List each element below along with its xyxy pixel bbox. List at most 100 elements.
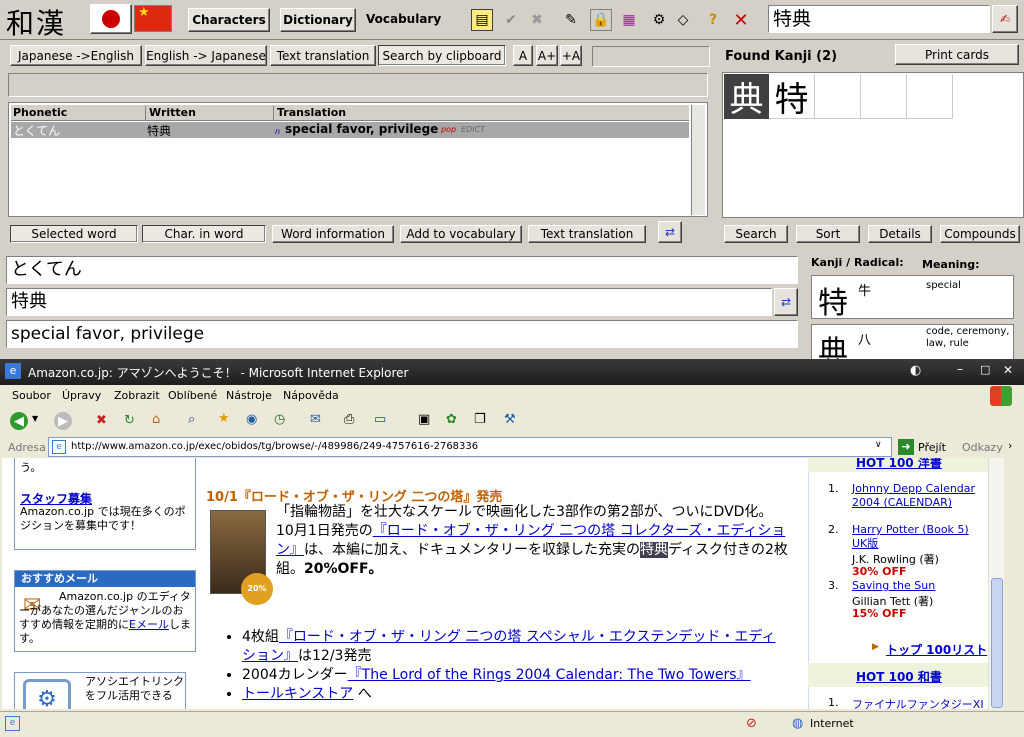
links-label[interactable]: Odkazy [962, 441, 1003, 454]
close-icon[interactable]: ✕ [730, 9, 752, 31]
forward-icon[interactable]: ▶ [54, 412, 72, 430]
reading-field[interactable]: とくてん [6, 256, 798, 284]
menu-soubor[interactable]: Soubor [12, 389, 51, 402]
check-icon[interactable]: ✔ [500, 9, 522, 31]
tool-icon[interactable]: ⚒ [504, 412, 516, 427]
discuss-icon[interactable]: ▣ [418, 412, 430, 427]
cross-gray-icon[interactable]: ✖ [526, 9, 548, 31]
go-button[interactable]: ➜ Přejít [898, 438, 946, 456]
japan-flag-button[interactable] [90, 4, 132, 34]
transfer-button[interactable]: ⇄ [658, 221, 682, 243]
hot100-link-1[interactable]: HOT 100 洋書 [856, 458, 942, 471]
back-dropdown-icon[interactable]: ▼ [32, 414, 38, 423]
history-icon[interactable]: ◷ [274, 412, 285, 427]
hot100-header-1: HOT 100 洋書 [808, 458, 988, 472]
menu-oblibene[interactable]: Oblíbené [168, 389, 217, 402]
maximize-icon[interactable]: □ [980, 363, 990, 376]
ie-title-bar[interactable]: e Amazon.co.jp: アマゾンへようこそ！ - Microsoft I… [0, 359, 1024, 385]
edit-page-icon[interactable]: ▭ [374, 412, 386, 427]
mail-icon[interactable]: ✉ [310, 412, 321, 427]
font-size-field[interactable] [592, 46, 710, 67]
settings-icon[interactable]: ⚙ [648, 9, 670, 31]
menu-napoveda[interactable]: Nápověda [283, 389, 339, 402]
tab-characters[interactable]: Characters [188, 8, 270, 32]
font-a-plus-button[interactable]: A+ [536, 45, 558, 66]
highlighted-word[interactable]: 特典 [640, 542, 668, 558]
hot100-link-2[interactable]: HOT 100 和書 [856, 668, 942, 685]
edit-icon[interactable]: ✎ [560, 9, 582, 31]
results-scrollbar[interactable] [691, 105, 705, 215]
window-close-icon[interactable]: ✕ [1003, 363, 1013, 377]
english-japanese-button[interactable]: English -> Japanese [145, 45, 267, 66]
col-phonetic[interactable]: Phonetic [13, 106, 67, 119]
radical-meaning: special [926, 280, 961, 291]
col-written[interactable]: Written [145, 106, 196, 121]
char-in-word-button[interactable]: Char. in word [142, 225, 266, 243]
favorites-icon[interactable]: ★ [218, 411, 230, 426]
top100-link[interactable]: トップ 100リスト [886, 641, 987, 658]
book-icon[interactable]: ◇ [672, 9, 694, 31]
color-grid-icon[interactable]: ▦ [618, 9, 640, 31]
meaning-field[interactable]: special favor, privilege [6, 320, 798, 348]
text-translation-bottom-button[interactable]: Text translation [528, 225, 646, 243]
media-icon[interactable]: ◉ [246, 412, 257, 427]
copy-icon[interactable]: ❐ [474, 412, 486, 427]
book-link[interactable]: ファイナルファンタジーXI [852, 696, 984, 709]
page-scrollbar[interactable] [988, 458, 1004, 709]
radical-entry[interactable]: 特 牛 special [811, 275, 1014, 321]
japanese-english-button[interactable]: Japanese ->English [10, 45, 142, 66]
add-to-vocabulary-button[interactable]: Add to vocabulary [400, 225, 522, 243]
kanji-cell[interactable]: 特 [769, 74, 815, 120]
written-transfer-button[interactable]: ⇄ [774, 288, 798, 316]
links-chevron-icon[interactable]: › [1008, 439, 1012, 452]
search-by-clipboard-button[interactable]: Search by clipboard [378, 45, 506, 66]
refresh-icon[interactable]: ↻ [124, 413, 135, 428]
back-icon[interactable]: ◀ [10, 412, 28, 430]
china-flag-button[interactable]: ★ [134, 5, 172, 32]
book-link[interactable]: Johnny Depp Calendar 2004 (CALENDAR) [852, 482, 982, 510]
address-input[interactable]: e http://www.amazon.co.jp/exec/obidos/tg… [48, 437, 892, 457]
body-text-2: 10月1日発売の [276, 523, 373, 539]
tab-dictionary[interactable]: Dictionary [280, 8, 356, 32]
print-icon[interactable]: ⎙ [344, 412, 354, 427]
font-a-button[interactable]: A [513, 45, 533, 66]
help-icon[interactable]: ? [702, 9, 724, 31]
print-cards-button[interactable]: Print cards [895, 44, 1019, 65]
tolkien-store-link[interactable]: トールキンストア [242, 686, 353, 702]
scrollbar-thumb[interactable] [991, 578, 1003, 708]
lock-icon[interactable]: 🔒 [590, 9, 612, 31]
word-information-button[interactable]: Word information [272, 225, 394, 243]
home-icon[interactable]: ⌂ [152, 412, 160, 427]
minimize-icon[interactable]: – [957, 362, 963, 376]
search-icon[interactable]: ⌕ [188, 412, 195, 427]
book-link[interactable]: Harry Potter (Book 5) UK版 [852, 523, 982, 551]
col-translation[interactable]: Translation [273, 106, 346, 121]
tab-vocabulary[interactable]: Vocabulary [366, 12, 441, 26]
menu-nastroje[interactable]: Nástroje [226, 389, 272, 402]
clipboard-icon[interactable]: ▤ [471, 9, 493, 31]
menu-upravy[interactable]: Úpravy [62, 389, 101, 402]
sort-button[interactable]: Sort [796, 225, 860, 243]
brush-button[interactable]: ✍ [992, 5, 1018, 33]
text-translation-button[interactable]: Text translation [270, 45, 376, 66]
calendar-link[interactable]: 『The Lord of the Rings 2004 Calendar: Th… [348, 667, 751, 683]
compounds-button[interactable]: Compounds [940, 225, 1020, 243]
selected-word-button[interactable]: Selected word [10, 225, 138, 243]
messenger-icon[interactable]: ✿ [446, 412, 457, 427]
brush-icon: ✍ [999, 12, 1011, 26]
movie-poster[interactable]: 20% off [210, 510, 273, 625]
written-field[interactable]: 特典 [6, 288, 772, 316]
book-link[interactable]: Saving the Sun [852, 579, 935, 592]
details-button[interactable]: Details [868, 225, 932, 243]
search-input[interactable]: 特典 [768, 5, 990, 33]
book-discount: 15% OFF [852, 607, 907, 620]
radical-entry[interactable]: 典 八 code, ceremony, law, rule [811, 324, 1014, 364]
stop-icon[interactable]: ✖ [96, 413, 107, 428]
kanji-cell-selected[interactable]: 典 [724, 74, 769, 120]
table-row[interactable]: とくてん 特典 n special favor, privilege pop E… [11, 122, 689, 138]
mail-link[interactable]: Eメール [129, 618, 169, 631]
search-kanji-button[interactable]: Search [724, 225, 788, 243]
font-plus-a-button[interactable]: +A [560, 45, 582, 66]
menu-zobrazit[interactable]: Zobrazit [114, 389, 160, 402]
address-dropdown-icon[interactable]: ∨ [875, 440, 882, 450]
